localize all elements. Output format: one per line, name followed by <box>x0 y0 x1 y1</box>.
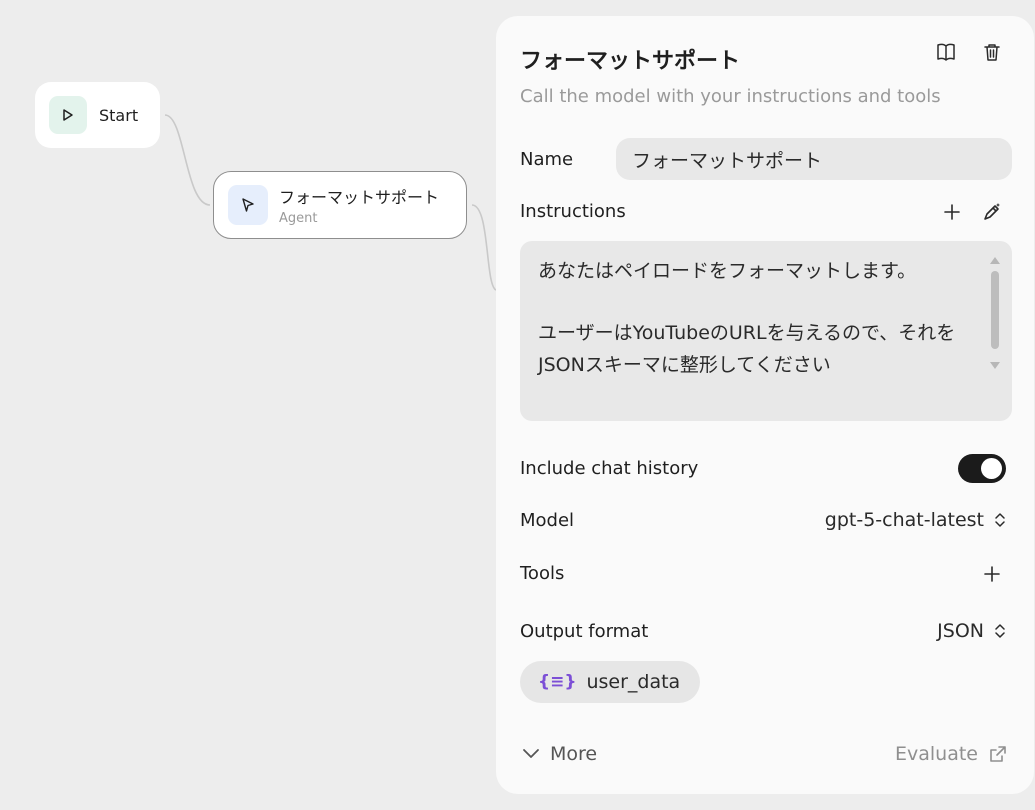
play-icon <box>49 96 87 134</box>
output-format-label: Output format <box>520 621 649 642</box>
magic-edit-icon[interactable] <box>980 201 1004 223</box>
evaluate-button[interactable]: Evaluate <box>895 743 1008 765</box>
agent-node-title: フォーマットサポート <box>279 188 440 207</box>
name-input[interactable]: フォーマットサポート <box>616 138 1012 180</box>
panel-title: フォーマットサポート <box>520 49 741 74</box>
instructions-scrollbar[interactable] <box>990 257 1000 369</box>
chat-history-label: Include chat history <box>520 458 699 479</box>
start-node-label: Start <box>99 105 139 125</box>
agent-config-panel: フォーマットサポート Call the model with your inst… <box>496 16 1034 794</box>
toggle-knob <box>981 458 1002 479</box>
model-label: Model <box>520 510 575 531</box>
schema-chip[interactable]: {≡} user_data <box>520 661 701 703</box>
chevron-down-icon <box>523 749 539 758</box>
trash-icon[interactable] <box>980 40 1004 64</box>
schema-chip-label: user_data <box>586 671 681 693</box>
panel-subtitle: Call the model with your instructions an… <box>520 86 941 107</box>
json-braces-icon: {≡} <box>538 672 577 692</box>
model-select-value: gpt-5-chat-latest <box>824 509 984 531</box>
scroll-thumb[interactable] <box>991 271 999 349</box>
chevron-up-down-icon <box>995 624 1005 638</box>
output-format-value: JSON <box>937 620 984 642</box>
start-node[interactable]: Start <box>35 82 160 148</box>
output-format-select[interactable]: JSON <box>937 620 1006 642</box>
instructions-textarea[interactable]: あなたはペイロードをフォーマットします。 ユーザーはYouTubeのURLを与え… <box>520 241 1012 421</box>
tools-label: Tools <box>520 563 565 584</box>
scroll-up-arrow-icon[interactable] <box>990 257 1000 264</box>
scroll-down-arrow-icon[interactable] <box>990 362 1000 369</box>
chat-history-toggle[interactable] <box>958 454 1006 483</box>
add-instruction-plus-icon[interactable] <box>942 202 962 222</box>
more-button[interactable]: More <box>522 743 597 765</box>
book-icon[interactable] <box>934 40 958 64</box>
instructions-line-1: あなたはペイロードをフォーマットします。 <box>538 260 917 282</box>
external-link-icon <box>990 746 1006 762</box>
name-label: Name <box>520 149 574 170</box>
agent-node[interactable]: フォーマットサポート Agent <box>213 171 467 239</box>
cursor-icon <box>228 185 268 225</box>
instructions-label: Instructions <box>520 201 626 222</box>
add-tool-plus-icon[interactable] <box>982 564 1002 584</box>
more-label: More <box>550 743 598 765</box>
edge-agent-to-next <box>471 204 496 291</box>
evaluate-label: Evaluate <box>895 743 978 765</box>
chevron-up-down-icon <box>995 513 1005 527</box>
edge-start-to-agent <box>164 114 211 206</box>
instructions-line-2: ユーザーはYouTubeのURLを与えるので、それをJSONスキーマに整形してく… <box>538 322 956 376</box>
agent-node-subtitle: Agent <box>279 211 318 226</box>
model-select[interactable]: gpt-5-chat-latest <box>825 509 1006 531</box>
